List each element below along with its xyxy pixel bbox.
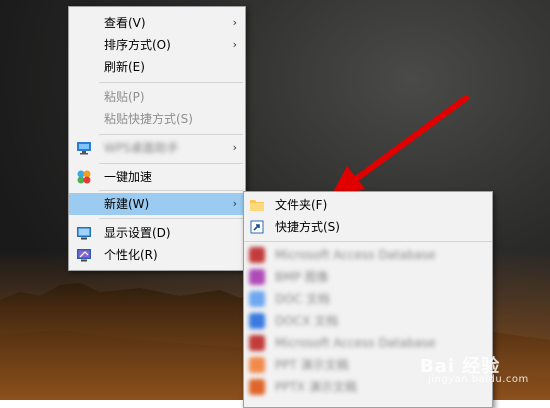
menu-item-label: WPS桌面助手 — [104, 141, 179, 155]
menu-item-personalize[interactable]: 个性化(R) — [69, 244, 245, 266]
menu-separator — [99, 163, 243, 164]
doc-icon — [249, 291, 265, 307]
menu-item-view[interactable]: 查看(V) › — [69, 12, 245, 34]
access-icon — [249, 247, 265, 263]
menu-item-label: Microsoft Access Database — [275, 248, 436, 262]
monitor-icon — [77, 142, 91, 155]
menu-item-label: 新建(W) — [104, 197, 150, 211]
chevron-right-icon: › — [232, 16, 237, 29]
menu-item-sort[interactable]: 排序方式(O) › — [69, 34, 245, 56]
menu-item-speedup[interactable]: 一键加速 — [69, 166, 245, 188]
menu-separator — [99, 82, 243, 83]
menu-item-label: BMP 图像 — [275, 270, 329, 284]
menu-item-label: 粘贴快捷方式(S) — [104, 112, 193, 126]
menu-item-display-settings[interactable]: 显示设置(D) — [69, 222, 245, 244]
menu-item-label: 刷新(E) — [104, 60, 145, 74]
access-icon — [249, 335, 265, 351]
submenu-item-folder[interactable]: 文件夹(F) — [244, 194, 492, 216]
menu-item-wps-assistant[interactable]: WPS桌面助手 › — [69, 137, 245, 159]
personalize-icon — [77, 249, 91, 262]
menu-item-label: 查看(V) — [104, 16, 146, 30]
menu-item-paste-shortcut: 粘贴快捷方式(S) — [69, 108, 245, 130]
docx-icon — [249, 313, 265, 329]
menu-item-label: PPTX 演示文稿 — [275, 380, 357, 394]
baidu-jingyan-watermark: Bai 经验 jingyan.baidu.com — [420, 352, 528, 385]
menu-item-label: DOCX 文档 — [275, 314, 339, 328]
menu-item-label: PPT 演示文稿 — [275, 358, 349, 372]
submenu-item-doc[interactable]: DOC 文档 — [244, 288, 492, 310]
menu-item-new[interactable]: 新建(W) › — [69, 193, 245, 215]
watermark-sub: jingyan.baidu.com — [428, 374, 529, 385]
chevron-right-icon: › — [232, 38, 237, 51]
menu-separator — [99, 218, 243, 219]
submenu-item-bmp[interactable]: BMP 图像 — [244, 266, 492, 288]
menu-item-label: DOC 文档 — [275, 292, 330, 306]
submenu-item-shortcut[interactable]: 快捷方式(S) — [244, 216, 492, 238]
pptx-icon — [249, 379, 265, 395]
chevron-right-icon: › — [232, 197, 237, 210]
menu-item-label: 个性化(R) — [104, 248, 158, 262]
desktop-context-menu: 查看(V) › 排序方式(O) › 刷新(E) 粘贴(P) 粘贴快捷方式(S) … — [68, 6, 246, 271]
ppt-icon — [249, 357, 265, 373]
menu-item-label: 文件夹(F) — [275, 198, 328, 212]
menu-item-label: 一键加速 — [104, 170, 153, 184]
menu-item-label: 粘贴(P) — [104, 90, 145, 104]
submenu-item-access-db[interactable]: Microsoft Access Database — [244, 244, 492, 266]
bmp-icon — [249, 269, 265, 285]
menu-item-refresh[interactable]: 刷新(E) — [69, 56, 245, 78]
menu-item-label: 排序方式(O) — [104, 38, 171, 52]
display-settings-icon — [77, 227, 91, 240]
menu-separator — [244, 241, 492, 242]
menu-item-label: Microsoft Access Database — [275, 336, 436, 350]
shortcut-icon — [250, 220, 264, 234]
submenu-item-docx[interactable]: DOCX 文档 — [244, 310, 492, 332]
menu-item-label: 显示设置(D) — [104, 226, 171, 240]
submenu-item-access-db-2[interactable]: Microsoft Access Database — [244, 332, 492, 354]
menu-item-paste: 粘贴(P) — [69, 86, 245, 108]
menu-separator — [99, 190, 243, 191]
menu-item-label: 快捷方式(S) — [275, 220, 340, 234]
chevron-right-icon: › — [232, 141, 237, 154]
menu-separator — [99, 134, 243, 135]
folder-icon — [250, 200, 264, 211]
speedup-icon — [77, 170, 91, 184]
